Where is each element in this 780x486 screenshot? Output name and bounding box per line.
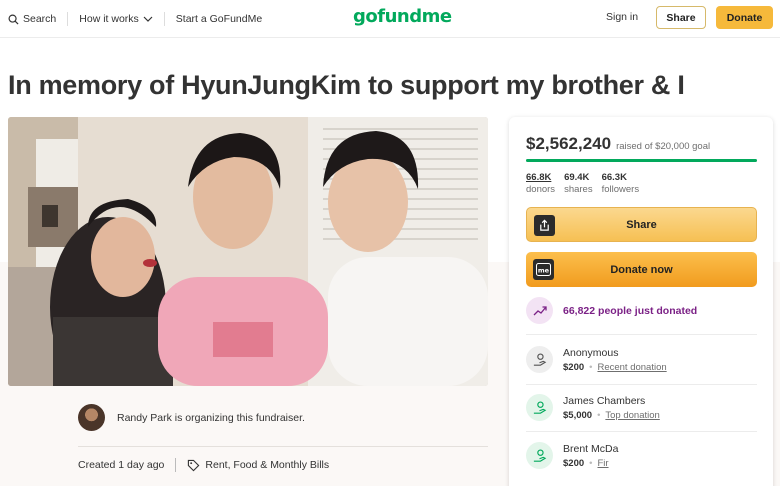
meta-divider bbox=[175, 458, 177, 472]
category-label: Rent, Food & Monthly Bills bbox=[205, 459, 330, 471]
nav-left-group: Search How it works Start a GoFundMe bbox=[8, 0, 262, 38]
sign-in-link[interactable]: Sign in bbox=[606, 11, 638, 23]
progress-fill bbox=[526, 159, 757, 162]
search-link[interactable]: Search bbox=[8, 13, 56, 25]
donor-hand-icon bbox=[526, 394, 553, 421]
progress-bar bbox=[526, 159, 757, 162]
donor-info: Anonymous $200 • Recent donation bbox=[563, 347, 667, 373]
category-link[interactable]: Rent, Food & Monthly Bills bbox=[187, 459, 329, 472]
trending-icon bbox=[526, 297, 553, 324]
created-date: Created 1 day ago bbox=[78, 459, 165, 471]
top-navigation-bar: Search How it works Start a GoFundMe gof… bbox=[0, 0, 780, 38]
stat-label: shares bbox=[564, 184, 593, 195]
svg-text:1: 1 bbox=[732, 432, 765, 482]
how-it-works-label: How it works bbox=[79, 13, 139, 25]
donor-detail: $200 • Fir bbox=[563, 458, 618, 469]
news1-watermark-logo: news 1 bbox=[620, 432, 766, 482]
donor-hand-icon bbox=[526, 442, 553, 469]
stat-followers: 66.3K followers bbox=[602, 172, 640, 196]
donor-name: Anonymous bbox=[563, 346, 619, 359]
share-button-label: Share bbox=[626, 218, 657, 231]
donor-name: Brent McDa bbox=[563, 442, 619, 455]
donor-amount: $5,000 bbox=[563, 409, 593, 421]
campaign-photo bbox=[8, 117, 488, 386]
start-gofundme-link[interactable]: Start a GoFundMe bbox=[176, 13, 262, 25]
campaign-meta: Created 1 day ago Rent, Food & Monthly B… bbox=[78, 458, 329, 472]
header-donate-button[interactable]: Donate bbox=[716, 6, 773, 29]
donate-button-label: Donate now bbox=[610, 263, 673, 276]
card-divider bbox=[526, 384, 757, 385]
just-donated-row: 66,822 people just donated bbox=[526, 297, 697, 324]
organizer-text: Randy Park is organizing this fundraiser… bbox=[117, 411, 305, 424]
just-donated-text: 66,822 people just donated bbox=[563, 304, 698, 317]
donor-name: James Chambers bbox=[563, 394, 646, 407]
chevron-down-icon bbox=[143, 16, 153, 22]
search-label: Search bbox=[23, 13, 57, 25]
stat-shares: 69.4K shares bbox=[564, 172, 593, 196]
svg-text:news: news bbox=[620, 436, 736, 482]
donor-row: Anonymous $200 • Recent donation bbox=[526, 346, 667, 373]
start-gofundme-label: Start a GoFundMe bbox=[175, 13, 263, 25]
card-divider bbox=[526, 334, 757, 335]
raised-goal: raised of $20,000 goal bbox=[616, 141, 711, 152]
svg-text:me: me bbox=[538, 267, 550, 275]
stat-donors[interactable]: 66.8K donors bbox=[526, 172, 555, 196]
donor-detail: $5,000 • Top donation bbox=[563, 410, 660, 421]
raised-summary: $2,562,240 raised of $20,000 goal bbox=[526, 134, 710, 154]
donor-tag-link[interactable]: Top donation bbox=[605, 410, 659, 421]
nav-divider bbox=[163, 12, 165, 26]
nav-divider bbox=[67, 12, 69, 26]
share-icon bbox=[534, 215, 555, 236]
raised-amount: $2,562,240 bbox=[526, 134, 612, 153]
campaign-stats: 66.8K donors 69.4K shares 66.3K follower… bbox=[526, 172, 639, 196]
content-divider bbox=[78, 446, 488, 447]
separator-dot: • bbox=[589, 361, 593, 373]
donor-row: James Chambers $5,000 • Top donation bbox=[526, 394, 660, 421]
tag-icon bbox=[188, 459, 200, 471]
donation-sidebar-card: $2,562,240 raised of $20,000 goal 66.8K … bbox=[509, 117, 773, 486]
organizer-avatar[interactable] bbox=[78, 404, 105, 431]
stat-label: donors bbox=[526, 184, 556, 195]
donor-row: Brent McDa $200 • Fir bbox=[526, 442, 618, 469]
separator-dot: • bbox=[597, 409, 601, 421]
gofundme-logo[interactable]: gofundme bbox=[353, 6, 452, 27]
organizer-row: Randy Park is organizing this fundraiser… bbox=[78, 404, 305, 431]
how-it-works-dropdown[interactable]: How it works bbox=[79, 13, 153, 25]
donor-info: James Chambers $5,000 • Top donation bbox=[563, 395, 660, 421]
donor-tag-link[interactable]: Fir bbox=[597, 458, 608, 469]
donor-tag-link[interactable]: Recent donation bbox=[597, 362, 666, 373]
share-button[interactable]: Share bbox=[526, 207, 757, 242]
stat-value: 69.4K bbox=[564, 172, 590, 183]
campaign-title: In memory of HyunJungKim to support my b… bbox=[8, 70, 685, 100]
stat-value: 66.3K bbox=[601, 172, 627, 183]
donor-hand-icon bbox=[526, 346, 553, 373]
header-share-button[interactable]: Share bbox=[656, 6, 706, 29]
separator-dot: • bbox=[589, 457, 593, 469]
donate-now-button[interactable]: me Donate now bbox=[526, 252, 757, 287]
gofundme-me-icon: me bbox=[533, 259, 554, 280]
search-icon bbox=[8, 14, 19, 25]
donor-detail: $200 • Recent donation bbox=[563, 362, 667, 373]
stat-value: 66.8K bbox=[526, 172, 552, 183]
donor-info: Brent McDa $200 • Fir bbox=[563, 443, 618, 469]
stat-label: followers bbox=[601, 184, 640, 195]
donor-amount: $200 bbox=[563, 457, 585, 469]
donor-amount: $200 bbox=[563, 361, 585, 373]
